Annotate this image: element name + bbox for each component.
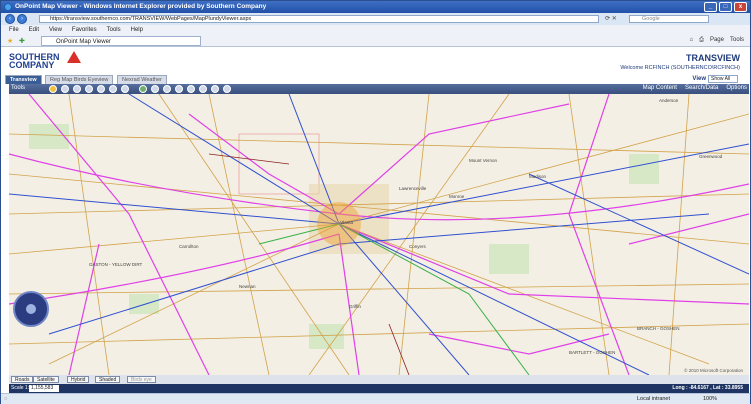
logo-triangle-icon — [67, 51, 81, 63]
map-label-conyers: Conyers — [409, 244, 426, 249]
layers-icon[interactable] — [139, 85, 147, 93]
menu-help[interactable]: Help — [131, 27, 143, 35]
tab-birds-eyeview[interactable]: Reg Map Birds Eyeview — [45, 75, 114, 84]
window-title-bar: OnPoint Map Viewer - Windows Internet Ex… — [1, 1, 750, 13]
refresh-stop-icons[interactable]: ⟳ ✕ — [605, 15, 617, 22]
search-data-button[interactable]: Search/Data — [685, 85, 718, 91]
scale-input[interactable]: 1,155,583 — [29, 385, 59, 392]
zoom-in-icon[interactable] — [49, 85, 57, 93]
map-toolbar: Tools Map Content Search/Data Options — [9, 84, 749, 94]
minimize-button[interactable]: _ — [704, 2, 717, 12]
map-label-anderson: Anderson — [659, 98, 679, 103]
menu-tools[interactable]: Tools — [107, 27, 121, 35]
southern-company-logo: SOUTHERN COMPANY — [9, 53, 60, 70]
home-icon[interactable]: ⌂ — [690, 37, 694, 44]
map-label-gaston-yellow-dirt: GASTON - YELLOW DIRT — [89, 262, 143, 267]
options-button[interactable]: Options — [726, 85, 747, 91]
app-header: SOUTHERN COMPANY TRANSVIEW Welcome RCFIN… — [1, 47, 750, 75]
url-field[interactable]: https://transview.southernco.com/TRANSVI… — [39, 15, 599, 23]
address-bar-row: ‹ › https://transview.southernco.com/TRA… — [1, 13, 750, 25]
scale-label: Scale 1: — [11, 385, 30, 391]
browser-tab[interactable]: OnPoint Map Viewer — [41, 36, 201, 46]
bookmark-icon[interactable] — [199, 85, 207, 93]
map-label-lawrenceville: Lawrenceville — [399, 186, 427, 191]
app-title: TRANSVIEW — [686, 53, 740, 63]
app-tabs: Transview Reg Map Birds Eyeview Nexrad W… — [1, 75, 750, 84]
welcome-text: Welcome RCFINCH (SOUTHERNCO\RCFINCH) — [620, 65, 740, 71]
map-type-roads[interactable]: Roads — [11, 376, 34, 383]
map-canvas[interactable]: Anderson Greenwood Madison Monroe Mount … — [9, 94, 749, 375]
print-map-icon[interactable] — [175, 85, 183, 93]
map-type-satellite[interactable]: Satellite — [33, 376, 59, 383]
security-zone: Local intranet — [637, 396, 671, 402]
map-label-greenwood: Greenwood — [699, 154, 723, 159]
search-input[interactable]: Google — [629, 15, 709, 23]
coordinate-readout: Long : -84.6167 , Lat : 33.8955 — [672, 385, 743, 391]
clear-icon[interactable] — [211, 85, 219, 93]
map-label-madison: Madison — [529, 174, 547, 179]
window-title: OnPoint Map Viewer - Windows Internet Ex… — [15, 3, 267, 10]
add-favorite-icon[interactable]: ✚ — [19, 37, 25, 45]
pan-zoom-control[interactable] — [13, 291, 49, 327]
close-button[interactable]: x — [734, 2, 747, 12]
map-status-bar: Scale 1: 1,155,583 Long : -84.6167 , Lat… — [9, 384, 749, 393]
tools-menu[interactable]: Tools — [730, 37, 744, 44]
view-label: View — [692, 76, 706, 82]
print-icon[interactable]: ⎙ — [699, 37, 704, 44]
maximize-button[interactable]: □ — [719, 2, 732, 12]
ie-logo-icon — [4, 3, 12, 11]
menu-file[interactable]: File — [9, 27, 19, 35]
map-content-button[interactable]: Map Content — [643, 85, 677, 91]
map-label-atlanta: Atlanta — [339, 220, 354, 225]
map-type-shaded[interactable]: Shaded — [95, 376, 121, 383]
export-icon[interactable] — [187, 85, 195, 93]
map-type-hybrid[interactable]: Hybrid — [67, 376, 90, 383]
locate-icon[interactable] — [163, 85, 171, 93]
menu-bar: File Edit View Favorites Tools Help — [1, 25, 750, 35]
view-select[interactable]: Show All — [708, 75, 738, 83]
favorites-star-icon[interactable]: ★ — [7, 37, 13, 45]
map-label-carrollton: Carrollton — [179, 244, 199, 249]
tab-nexrad-weather[interactable]: Nexrad Weather — [117, 75, 167, 84]
zoom-out-icon[interactable] — [61, 85, 69, 93]
logo-line2: COMPANY — [9, 60, 55, 70]
measure-icon[interactable] — [109, 85, 117, 93]
help-icon[interactable] — [223, 85, 231, 93]
tab-bar: ★ ✚ OnPoint Map Viewer ⌂ ⎙ Page Tools — [1, 35, 750, 47]
browser-status-bar: ◌ Local intranet 100% — [1, 393, 750, 404]
map-label-newnan: Newnan — [239, 284, 256, 289]
back-icon[interactable]: ‹ — [5, 14, 15, 24]
map-label-branch-goshen: BRANCH - GOSHEN — [637, 326, 680, 331]
select-icon[interactable] — [97, 85, 105, 93]
refresh-map-icon[interactable] — [121, 85, 129, 93]
map-label-bartlett-goshen: BARTLETT - GOSHEN — [569, 350, 616, 355]
map-label-mount-vernon: Mount Vernon — [469, 158, 498, 163]
forward-icon[interactable]: › — [17, 14, 27, 24]
menu-view[interactable]: View — [49, 27, 62, 35]
status-globe-icon: ◌ — [4, 396, 8, 402]
email-icon[interactable] — [151, 85, 159, 93]
tab-transview[interactable]: Transview — [5, 75, 42, 84]
menu-edit[interactable]: Edit — [29, 27, 39, 35]
map-copyright: © 2010 Microsoft Corporation — [684, 368, 743, 373]
map-label-griffin: Griffin — [349, 304, 361, 309]
browser-window: OnPoint Map Viewer - Windows Internet Ex… — [0, 0, 751, 404]
map-roads-layer — [9, 94, 749, 375]
page-menu[interactable]: Page — [710, 37, 724, 44]
pan-icon[interactable] — [73, 85, 81, 93]
menu-favorites[interactable]: Favorites — [72, 27, 97, 35]
pan-center-icon[interactable] — [26, 304, 36, 314]
page-content: SOUTHERN COMPANY TRANSVIEW Welcome RCFIN… — [1, 47, 750, 393]
identify-icon[interactable] — [85, 85, 93, 93]
tools-dropdown[interactable]: Tools — [11, 85, 25, 91]
map-label-monroe: Monroe — [449, 194, 465, 199]
zoom-level[interactable]: 100% — [703, 396, 717, 402]
map-type-birds-eye[interactable]: Birds eye — [127, 376, 156, 383]
map-type-bar: Roads Satellite Hybrid Shaded Birds eye — [9, 375, 749, 384]
